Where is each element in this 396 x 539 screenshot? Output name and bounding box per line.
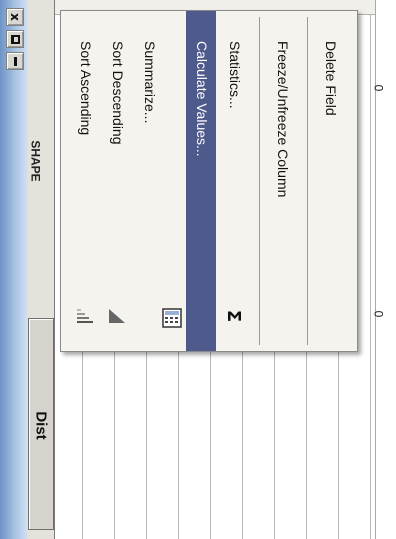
column-context-menu: Sort Ascending Sort Descending Summarize… — [60, 10, 358, 352]
menu-item-label: Summarize... — [142, 41, 158, 124]
menu-item-statistics[interactable]: Statistics... Σ — [219, 11, 249, 351]
menu-item-label: Delete Field — [323, 41, 339, 116]
menu-item-sort-descending[interactable]: Sort Descending — [103, 11, 131, 351]
menu-item-label: Statistics... — [227, 41, 243, 109]
table-cell[interactable]: 0 — [368, 80, 388, 96]
maximize-icon — [10, 34, 20, 44]
close-icon: x — [8, 13, 22, 21]
menu-item-label: Freeze/Unfreeze Column — [275, 41, 291, 198]
maximize-button[interactable] — [6, 30, 24, 48]
window-titlebar: x — [0, 0, 29, 539]
menu-item-label: Calculate Values... — [194, 41, 210, 157]
minimize-button[interactable] — [6, 52, 24, 70]
sort-ascending-icon — [71, 301, 99, 331]
menu-item-sort-ascending[interactable]: Sort Ascending — [71, 11, 99, 351]
sort-descending-icon — [103, 301, 131, 331]
menu-item-freeze-column[interactable]: Freeze/Unfreeze Column — [267, 11, 297, 351]
menu-separator — [259, 17, 260, 345]
column-header-shape-label[interactable]: SHAPE — [29, 136, 52, 186]
sigma-icon: Σ — [219, 301, 249, 331]
minimize-icon — [13, 56, 17, 66]
column-header-dist-label: Dist — [32, 410, 50, 440]
menu-item-calculate-values[interactable]: Calculate Values... — [186, 11, 216, 351]
menu-item-label: Sort Ascending — [78, 41, 94, 136]
close-button[interactable]: x — [6, 8, 24, 26]
calculator-icon — [161, 303, 183, 333]
table-cell[interactable]: 0 — [368, 306, 388, 322]
menu-item-summarize[interactable]: Summarize... — [135, 11, 163, 351]
menu-item-label: Sort Descending — [110, 41, 126, 145]
menu-item-delete-field[interactable]: Delete Field — [315, 11, 345, 351]
svg-text:Σ: Σ — [224, 310, 244, 322]
menu-separator — [307, 17, 308, 345]
